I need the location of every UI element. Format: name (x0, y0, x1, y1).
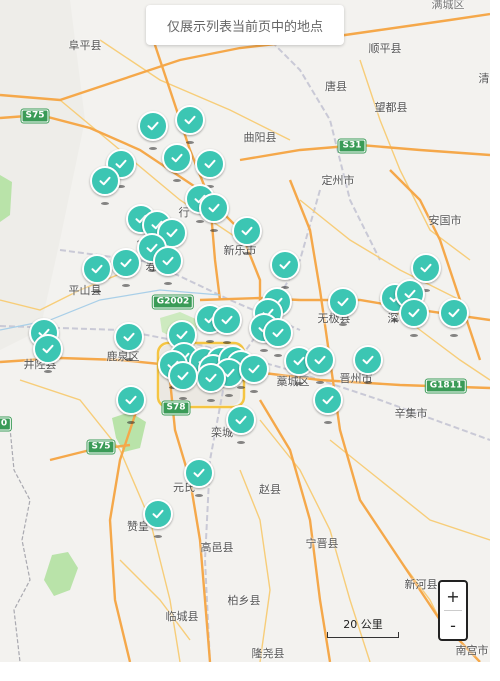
check-icon (171, 153, 183, 163)
place-label: 赵县 (259, 483, 281, 496)
scale-line (327, 632, 399, 638)
location-marker[interactable] (226, 405, 256, 444)
check-icon (120, 258, 132, 268)
check-icon (314, 355, 326, 365)
location-marker[interactable] (313, 385, 343, 424)
location-marker[interactable] (168, 361, 198, 400)
map-base-layer (0, 0, 490, 662)
location-marker[interactable] (153, 246, 183, 285)
scale-bar: 20 公里 (325, 616, 401, 638)
map-notice: 仅展示列表当前页中的地点 (146, 5, 344, 45)
location-marker[interactable] (270, 250, 300, 289)
place-label: 唐县 (325, 80, 347, 93)
location-marker[interactable] (439, 298, 469, 337)
location-marker[interactable] (184, 458, 214, 497)
check-icon (166, 228, 178, 238)
location-marker[interactable] (305, 345, 335, 384)
check-icon (208, 203, 220, 213)
place-label: 高邑县 (200, 541, 234, 554)
check-icon (193, 468, 205, 478)
check-icon (241, 226, 253, 236)
place-label: 临城县 (165, 610, 199, 623)
location-marker[interactable] (328, 287, 358, 326)
check-icon (147, 121, 159, 131)
location-marker[interactable] (138, 111, 168, 150)
location-marker[interactable] (212, 305, 242, 344)
location-marker[interactable] (114, 322, 144, 361)
location-marker[interactable] (196, 363, 226, 402)
place-label: 柏乡县 (227, 594, 261, 607)
location-marker[interactable] (239, 354, 269, 393)
location-marker[interactable] (143, 499, 173, 538)
check-icon (235, 415, 247, 425)
check-icon (184, 115, 196, 125)
zoom-out-button[interactable]: - (440, 611, 466, 639)
road-shield: 0 (0, 416, 13, 432)
location-marker[interactable] (195, 149, 225, 188)
location-marker[interactable] (263, 318, 293, 357)
check-icon (152, 509, 164, 519)
road-shield: G2002 (151, 294, 195, 310)
check-icon (115, 159, 127, 169)
place-label: 清 (478, 72, 490, 85)
check-icon (248, 364, 260, 374)
place-label: 曲阳县 (243, 131, 277, 144)
location-marker[interactable] (353, 345, 383, 384)
place-label: 隆尧县 (251, 647, 285, 660)
check-icon (322, 395, 334, 405)
map-canvas[interactable]: 满城区 阜平县 顺平县 清 唐县 望都县 曲阳县 定州市 安国市 行 新乐市 平… (0, 0, 490, 662)
road-shield: G1811 (424, 378, 468, 394)
check-icon (272, 328, 284, 338)
place-label: 安国市 (428, 214, 462, 227)
location-marker[interactable] (199, 193, 229, 232)
scale-label: 20 公里 (343, 618, 383, 631)
place-label: 宁晋县 (305, 537, 339, 550)
location-marker[interactable] (111, 248, 141, 287)
place-label: 阜平县 (68, 39, 102, 52)
check-icon (293, 356, 305, 366)
zoom-control: + - (438, 580, 468, 641)
location-marker[interactable] (175, 105, 205, 144)
road-shield: S78 (161, 400, 191, 416)
check-icon (42, 344, 54, 354)
check-icon (91, 264, 103, 274)
check-icon (408, 308, 420, 318)
road-shield: S75 (20, 108, 50, 124)
road-shield: S75 (86, 439, 116, 455)
check-icon (205, 373, 217, 383)
place-label: 藁城区 (276, 375, 310, 388)
place-label: 望都县 (374, 101, 408, 114)
place-label: 顺平县 (368, 42, 402, 55)
check-icon (221, 315, 233, 325)
location-marker[interactable] (411, 253, 441, 292)
location-marker[interactable] (82, 254, 112, 293)
place-label: 定州市 (321, 174, 355, 187)
check-icon (176, 330, 188, 340)
place-label: 南宫市 (455, 644, 489, 657)
location-marker[interactable] (399, 298, 429, 337)
location-marker[interactable] (33, 334, 63, 373)
place-label: 满城区 (431, 0, 465, 11)
check-icon (162, 256, 174, 266)
check-icon (99, 176, 111, 186)
check-icon (362, 355, 374, 365)
place-label: 辛集市 (394, 407, 428, 420)
location-marker[interactable] (232, 216, 262, 255)
check-icon (123, 332, 135, 342)
location-marker[interactable] (162, 143, 192, 182)
zoom-in-button[interactable]: + (440, 582, 466, 610)
check-icon (204, 159, 216, 169)
location-marker[interactable] (90, 166, 120, 205)
check-icon (177, 371, 189, 381)
check-icon (125, 395, 137, 405)
check-icon (448, 308, 460, 318)
check-icon (279, 260, 291, 270)
check-icon (337, 297, 349, 307)
location-marker[interactable] (116, 385, 146, 424)
place-label: 新河县 (404, 578, 438, 591)
road-shield: S31 (337, 138, 367, 154)
check-icon (420, 263, 432, 273)
